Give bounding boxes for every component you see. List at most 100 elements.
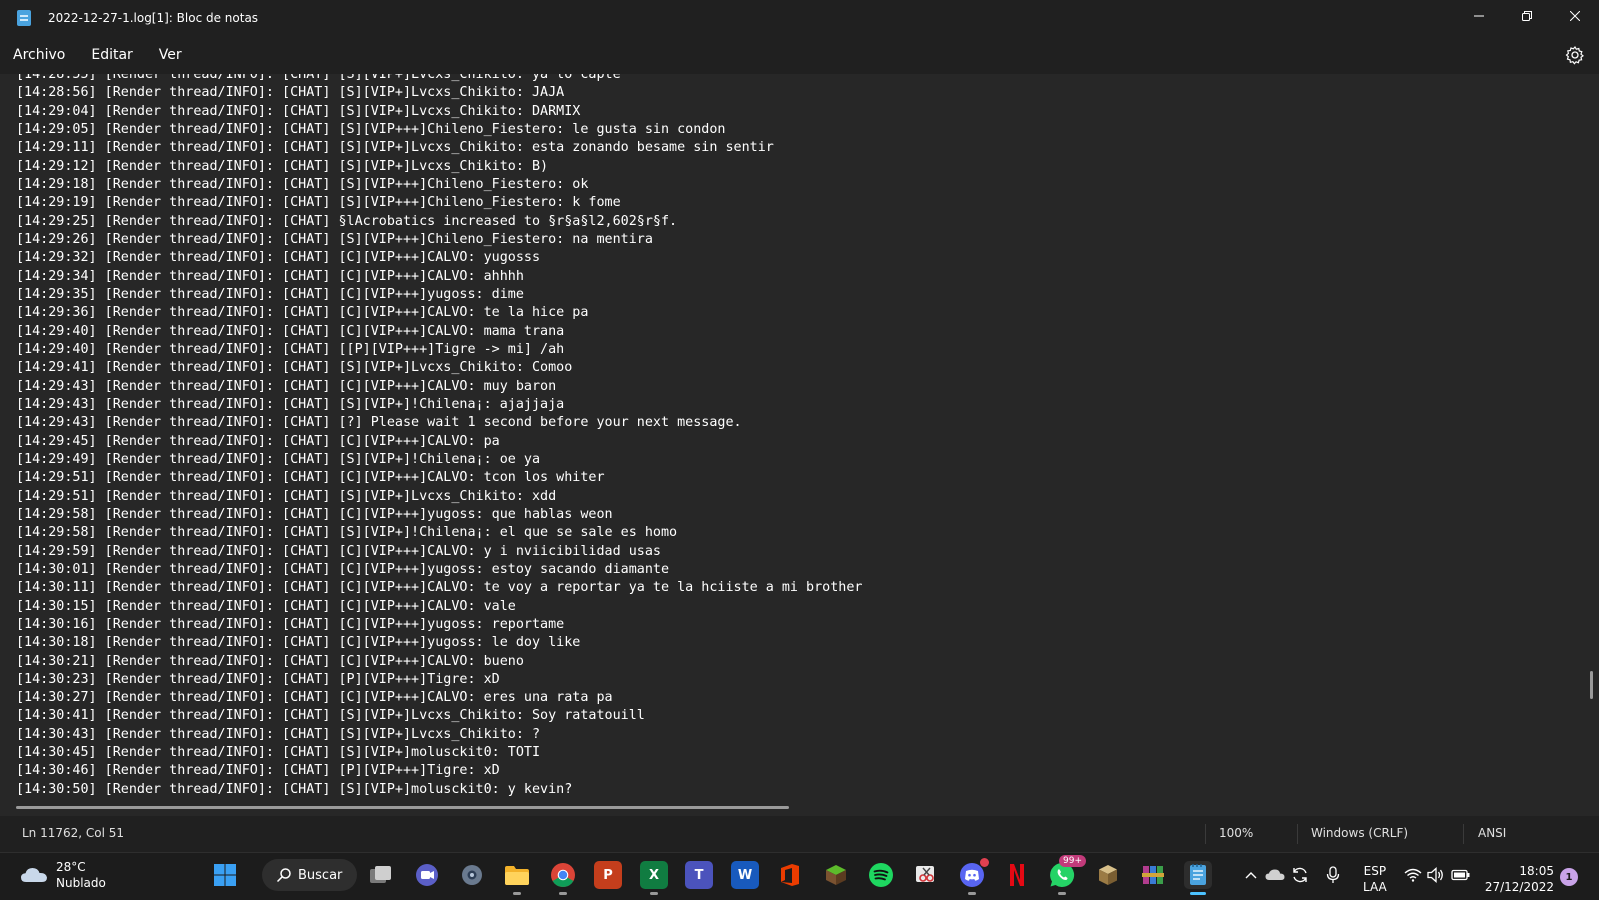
- sync-icon: [1293, 867, 1307, 883]
- word-button[interactable]: W: [731, 861, 759, 889]
- word-icon: W: [737, 867, 753, 883]
- menu-editar[interactable]: Editar: [78, 40, 145, 70]
- gear-icon[interactable]: [1565, 45, 1585, 65]
- status-divider: [1297, 824, 1298, 844]
- microphone-tray-button[interactable]: [1323, 861, 1343, 889]
- text-line: [14:29:12] [Render thread/INFO]: [CHAT] …: [16, 158, 549, 174]
- vertical-scrollbar[interactable]: [1590, 671, 1593, 699]
- window-controls: [1455, 0, 1599, 36]
- text-line: [14:30:46] [Render thread/INFO]: [CHAT] …: [16, 763, 500, 779]
- text-line: [14:30:15] [Render thread/INFO]: [CHAT] …: [16, 598, 516, 614]
- keyboard-layout: LAA: [1363, 880, 1387, 894]
- text-line: [14:29:25] [Render thread/INFO]: [CHAT] …: [16, 213, 678, 229]
- text-content[interactable]: [14:28:55] [Render thread/INFO]: [CHAT] …: [16, 74, 1536, 799]
- wifi-tray-button[interactable]: [1402, 861, 1424, 889]
- discord-button[interactable]: [958, 858, 989, 895]
- volume-tray-button[interactable]: [1425, 861, 1447, 889]
- snipping-tool-button[interactable]: [912, 861, 940, 889]
- status-bar: Ln 11762, Col 51 100% Windows (CRLF) ANS…: [0, 816, 1599, 852]
- text-line: [14:29:05] [Render thread/INFO]: [CHAT] …: [16, 121, 726, 137]
- text-line: [14:28:56] [Render thread/INFO]: [CHAT] …: [16, 85, 565, 101]
- text-line: [14:29:04] [Render thread/INFO]: [CHAT] …: [16, 103, 581, 119]
- excel-button[interactable]: X: [640, 861, 668, 895]
- onedrive-tray-button[interactable]: [1265, 861, 1285, 889]
- title-bar: 2022-12-27-1.log[1]: Bloc de notas: [0, 0, 1599, 36]
- running-indicator: [513, 892, 521, 895]
- weather-temperature: 28°C: [56, 860, 86, 874]
- settings-app-button[interactable]: [458, 861, 486, 889]
- status-divider: [1463, 824, 1464, 844]
- whatsapp-button[interactable]: 99+: [1048, 855, 1086, 895]
- weather-description: Nublado: [56, 876, 106, 890]
- text-line: [14:29:26] [Render thread/INFO]: [CHAT] …: [16, 231, 653, 247]
- text-line: [14:29:11] [Render thread/INFO]: [CHAT] …: [16, 140, 774, 156]
- archive-books-icon: [1142, 866, 1164, 884]
- notepad-taskbar-button[interactable]: [1184, 861, 1212, 895]
- window-title: 2022-12-27-1.log[1]: Bloc de notas: [48, 11, 259, 25]
- text-line: [14:29:35] [Render thread/INFO]: [CHAT] …: [16, 286, 524, 302]
- restore-icon: [1522, 11, 1532, 21]
- text-line: [14:29:58] [Render thread/INFO]: [CHAT] …: [16, 506, 613, 522]
- menu-archivo[interactable]: Archivo: [0, 40, 78, 70]
- text-line: [14:30:23] [Render thread/INFO]: [CHAT] …: [16, 671, 500, 687]
- office-icon: [781, 864, 799, 886]
- file-explorer-button[interactable]: [503, 861, 531, 895]
- notification-dot: [980, 858, 989, 867]
- sync-tray-button[interactable]: [1290, 861, 1310, 889]
- teams-chat-button[interactable]: [413, 861, 441, 889]
- winrar-button[interactable]: [1139, 861, 1167, 889]
- task-view-icon: [370, 866, 391, 883]
- text-line: [14:30:11] [Render thread/INFO]: [CHAT] …: [16, 580, 863, 596]
- chrome-icon: [551, 863, 575, 888]
- minecraft-button[interactable]: [822, 861, 850, 889]
- netflix-button[interactable]: [1003, 861, 1031, 889]
- menu-bar: Archivo Editar Ver: [0, 36, 1599, 74]
- notepad-icon: [17, 10, 31, 26]
- weather-widget[interactable]: 28°C Nublado: [20, 859, 106, 891]
- language-indicator[interactable]: ESP LAA: [1363, 863, 1387, 895]
- close-button[interactable]: [1551, 0, 1599, 32]
- office-button[interactable]: [776, 861, 804, 889]
- box-icon: [1099, 865, 1117, 885]
- taskbar: 28°C Nublado Buscar P X T W 99+ ESP LAA …: [0, 852, 1599, 900]
- text-line: [14:28:55] [Render thread/INFO]: [CHAT] …: [16, 74, 621, 82]
- search-icon: [276, 868, 291, 883]
- notification-center-button[interactable]: 1: [1560, 868, 1578, 886]
- task-view-button[interactable]: [367, 861, 395, 889]
- running-indicator: [650, 892, 658, 895]
- search-label: Buscar: [298, 867, 343, 883]
- text-line: [14:29:19] [Render thread/INFO]: [CHAT] …: [16, 195, 621, 211]
- cloud-icon: [21, 868, 47, 882]
- start-button[interactable]: [211, 861, 239, 889]
- teams-button[interactable]: T: [685, 861, 713, 889]
- powerpoint-button[interactable]: P: [594, 861, 622, 889]
- text-line: [14:30:21] [Render thread/INFO]: [CHAT] …: [16, 653, 524, 669]
- search-button[interactable]: Buscar: [262, 859, 357, 891]
- powerpoint-icon: P: [603, 867, 613, 883]
- text-line: [14:29:32] [Render thread/INFO]: [CHAT] …: [16, 250, 541, 266]
- language-code: ESP: [1363, 864, 1387, 878]
- text-line: [14:29:45] [Render thread/INFO]: [CHAT] …: [16, 433, 500, 449]
- clock[interactable]: 18:05 27/12/2022: [1484, 863, 1554, 895]
- menu-ver[interactable]: Ver: [146, 40, 195, 70]
- active-indicator: [1190, 892, 1206, 895]
- speaker-icon: [1427, 867, 1443, 883]
- battery-tray-button[interactable]: [1450, 861, 1472, 889]
- text-line: [14:30:41] [Render thread/INFO]: [CHAT] …: [16, 708, 645, 724]
- text-line: [14:29:40] [Render thread/INFO]: [CHAT] …: [16, 323, 565, 339]
- minimize-button[interactable]: [1455, 0, 1503, 32]
- text-editor[interactable]: [14:28:55] [Render thread/INFO]: [CHAT] …: [0, 74, 1599, 816]
- restore-button[interactable]: [1503, 0, 1551, 32]
- notification-count: 1: [1565, 871, 1573, 883]
- grass-block-icon: [826, 865, 846, 885]
- text-line: [14:30:27] [Render thread/INFO]: [CHAT] …: [16, 690, 613, 706]
- horizontal-scrollbar[interactable]: [16, 806, 789, 809]
- text-line: [14:29:51] [Render thread/INFO]: [CHAT] …: [16, 470, 605, 486]
- spotify-button[interactable]: [867, 861, 895, 889]
- text-line: [14:29:51] [Render thread/INFO]: [CHAT] …: [16, 488, 557, 504]
- chrome-button[interactable]: [549, 861, 577, 895]
- text-line: [14:30:50] [Render thread/INFO]: [CHAT] …: [16, 781, 573, 797]
- microphone-icon: [1326, 866, 1340, 883]
- show-hidden-icons-button[interactable]: [1241, 861, 1261, 889]
- package-app-button[interactable]: [1094, 861, 1122, 889]
